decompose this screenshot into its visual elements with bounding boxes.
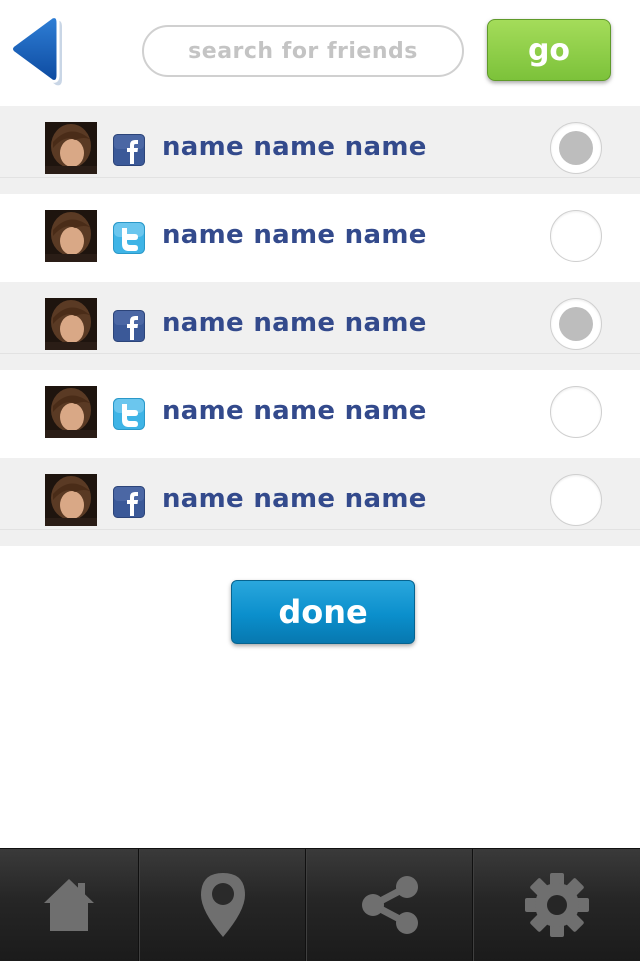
tab-bar <box>0 848 640 961</box>
select-radio[interactable] <box>550 298 602 350</box>
radio-selected-dot <box>559 131 593 165</box>
avatar <box>45 210 97 262</box>
facebook-icon <box>113 134 145 166</box>
tab-settings[interactable] <box>472 849 640 961</box>
select-radio[interactable] <box>550 210 602 262</box>
friend-name: name name name <box>162 484 427 514</box>
avatar <box>45 386 97 438</box>
back-button[interactable] <box>8 14 68 86</box>
friend-name: name name name <box>162 308 427 338</box>
radio-selected-dot <box>559 307 593 341</box>
select-radio[interactable] <box>550 386 602 438</box>
back-arrow-icon <box>10 15 62 86</box>
list-item[interactable]: name name name <box>0 106 640 194</box>
location-pin-icon <box>200 873 245 937</box>
go-button[interactable]: go <box>487 19 611 81</box>
gear-icon <box>525 873 589 937</box>
twitter-icon <box>113 398 145 430</box>
friend-name: name name name <box>162 132 427 162</box>
list-item[interactable]: name name name <box>0 370 640 458</box>
header: go <box>0 0 640 106</box>
avatar <box>45 474 97 526</box>
go-button-label: go <box>527 32 571 68</box>
search-input[interactable] <box>142 25 464 77</box>
twitter-icon <box>113 222 145 254</box>
tab-share[interactable] <box>305 849 473 961</box>
list-item[interactable]: name name name <box>0 194 640 282</box>
friend-name: name name name <box>162 396 427 426</box>
avatar <box>45 122 97 174</box>
friends-list: name name name name name name name name … <box>0 106 640 546</box>
facebook-icon <box>113 310 145 342</box>
friend-name: name name name <box>162 220 427 250</box>
share-icon <box>361 876 418 934</box>
done-button[interactable]: done <box>231 580 415 644</box>
avatar <box>45 298 97 350</box>
tab-location[interactable] <box>138 849 306 961</box>
tab-home[interactable] <box>0 849 138 961</box>
home-icon <box>44 879 94 931</box>
list-item[interactable]: name name name <box>0 282 640 370</box>
list-item[interactable]: name name name <box>0 458 640 546</box>
select-radio[interactable] <box>550 474 602 526</box>
done-button-label: done <box>278 593 368 631</box>
facebook-icon <box>113 486 145 518</box>
select-radio[interactable] <box>550 122 602 174</box>
